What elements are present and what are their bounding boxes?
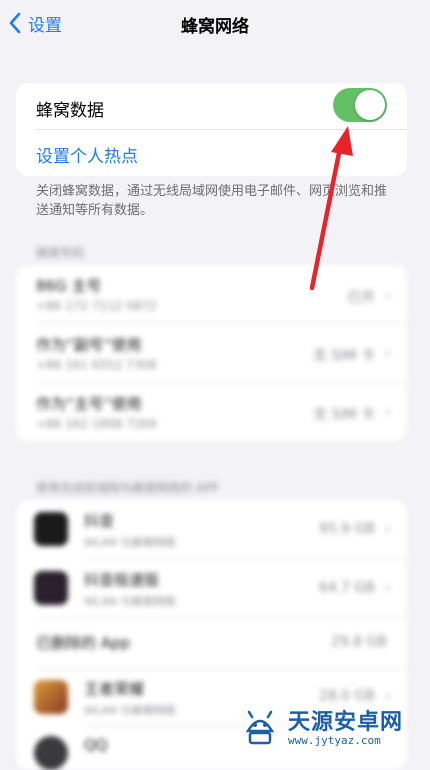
watermark: 天源安卓网 www.jytyaz.com	[238, 700, 403, 750]
cellular-footnote: 关闭蜂窝数据，通过无线局域网使用电子邮件、网页浏览和推送通知等所有数据。	[36, 184, 388, 218]
chevron-right-icon: ›	[384, 578, 391, 597]
app-name: 抖音	[84, 512, 115, 530]
app-usage-type: WLAN 与蜂窝网络	[84, 595, 176, 608]
sim-row-status: 无 SIM 卡	[313, 407, 375, 423]
sim-row[interactable]: 86G 主号 +86 172 7112 0872 已开 ›	[16, 265, 407, 323]
cellular-data-toggle[interactable]	[333, 88, 387, 122]
app-name: 王者荣耀	[84, 680, 145, 698]
app-usage-type: WLAN 与蜂窝网络	[84, 704, 176, 717]
chevron-right-icon: ›	[384, 402, 391, 421]
chevron-right-icon: ›	[384, 519, 391, 538]
sim-card: 86G 主号 +86 172 7112 0872 已开 › 作为“副号”使用 +…	[16, 265, 407, 441]
cellular-data-card: 蜂窝数据 设置个人热点	[16, 83, 407, 176]
sim-row-status: 已开	[347, 290, 375, 306]
cellular-data-row: 蜂窝数据	[16, 83, 407, 129]
sim-row-number: +86 161 6552 7308	[36, 358, 157, 372]
sim-row-number: +86 162 1808 7269	[36, 417, 157, 431]
watermark-url: www.jytyaz.com	[288, 733, 381, 747]
android-logo-icon	[245, 710, 275, 745]
toggle-knob	[355, 90, 385, 120]
sim-row[interactable]: 作为“副号”使用 +86 161 6552 7308 无 SIM 卡 ›	[16, 324, 407, 382]
app-name: QQ	[84, 736, 108, 754]
app-data-usage: 29.8 GB	[330, 634, 387, 650]
watermark-name: 天源安卓网	[288, 709, 404, 735]
chevron-right-icon: ›	[384, 343, 391, 362]
sim-section-header: 蜂窝号码	[36, 246, 85, 260]
qq-icon	[34, 736, 68, 770]
chevron-right-icon: ›	[384, 285, 391, 304]
app-row[interactable]: 抖音 WLAN 与蜂窝网络 95.9 GB ›	[16, 500, 407, 558]
sim-row-title: 作为“主号”使用	[36, 395, 142, 413]
sim-row-title: 作为“副号”使用	[36, 336, 142, 354]
sim-row[interactable]: 作为“主号”使用 +86 162 1808 7269 无 SIM 卡 ›	[16, 383, 407, 441]
apps-section-header: 使用无线局域网与蜂窝网络的 APP	[36, 481, 219, 495]
sim-row-title: 86G 主号	[36, 277, 102, 295]
personal-hotspot-link[interactable]: 设置个人热点	[36, 142, 138, 167]
game-icon	[34, 680, 68, 714]
douyin-lite-icon	[34, 571, 68, 605]
app-row[interactable]: 抖音极速版 WLAN 与蜂窝网络 64.7 GB ›	[16, 559, 407, 617]
app-name: 抖音极速版	[84, 571, 160, 589]
app-data-usage: 64.7 GB	[318, 580, 375, 596]
sim-row-status: 无 SIM 卡	[313, 348, 375, 364]
nav-bar: 设置 蜂窝网络	[0, 0, 430, 48]
app-data-usage: 95.9 GB	[318, 521, 375, 537]
deleted-apps-label: 已删除的 App	[36, 634, 131, 652]
douyin-icon	[34, 512, 68, 546]
app-usage-type: WLAN 与蜂窝网络	[84, 536, 176, 549]
deleted-apps-row: 已删除的 App 29.8 GB	[16, 618, 407, 668]
personal-hotspot-row[interactable]: 设置个人热点	[16, 130, 407, 176]
page-title: 蜂窝网络	[181, 17, 249, 37]
cellular-data-label: 蜂窝数据	[36, 101, 104, 121]
sim-row-number: +86 172 7112 0872	[36, 299, 157, 313]
